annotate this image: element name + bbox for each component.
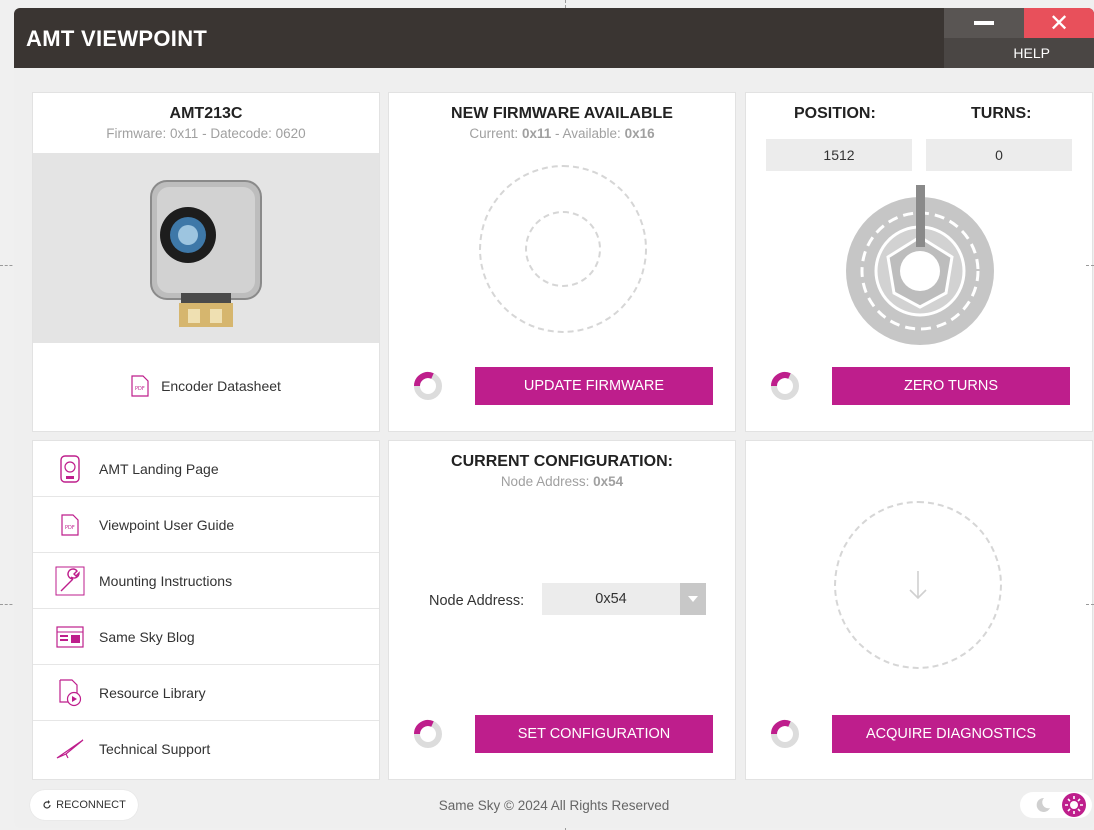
configuration-node-info: Node Address: 0x54 [500,474,624,489]
firmware-card: NEW FIRMWARE AVAILABLE Current: 0x11 - A… [388,92,736,432]
pdf-icon: PDF [131,375,149,397]
turns-label: TURNS: [971,105,1032,122]
guide-line [1086,265,1094,266]
link-label: Mounting Instructions [99,572,233,589]
title-bar: AMT VIEWPOINT ✕ HELP [14,8,1094,68]
device-card: AMT213C Firmware: 0x11 - Datecode: 0620 … [32,92,380,432]
configuration-card: CURRENT CONFIGURATION: Node Address: 0x5… [388,440,736,780]
spinner-icon [414,372,442,400]
paper-plane-icon [55,734,85,764]
video-document-icon [55,678,85,708]
minimize-button[interactable] [944,8,1024,38]
position-card: POSITION: TURNS: 1512 0 ZERO TURNS [745,92,1093,432]
node-address-value: 0x54 [595,591,627,607]
theme-toggle[interactable] [1018,790,1094,820]
encoder-photo [33,153,379,343]
datasheet-link[interactable]: PDF Encoder Datasheet [33,375,379,397]
arrow-down-icon [909,571,927,600]
configuration-title: CURRENT CONFIGURATION: [451,453,673,470]
firmware-versions: Current: 0x11 - Available: 0x16 [469,126,655,141]
link-label: Same Sky Blog [99,628,195,645]
app-title: AMT VIEWPOINT [26,26,208,51]
link-amt-landing-page[interactable]: AMT Landing Page [33,441,379,497]
diagnostics-card: ACQUIRE DIAGNOSTICS [745,440,1093,780]
app-window: AMT VIEWPOINT ✕ HELP AMT213C Firmware: 0… [14,8,1094,828]
help-button[interactable]: HELP [944,38,1094,68]
firmware-title: NEW FIRMWARE AVAILABLE [451,105,673,122]
node-address-label: Node Address: [429,593,525,609]
svg-text:PDF: PDF [65,525,75,531]
link-label: Resource Library [99,684,206,701]
link-label: Viewpoint User Guide [99,516,235,533]
update-firmware-button[interactable]: UPDATE FIRMWARE [475,367,713,405]
encoder-wheel-icon [846,185,994,345]
turns-value: 0 [926,139,1072,171]
device-firmware-info: Firmware: 0x11 - Datecode: 0620 [106,126,306,141]
minimize-icon [974,21,994,25]
firmware-progress-inner-ring [525,211,601,287]
device-model: AMT213C [169,105,243,122]
position-value: 1512 [766,139,912,171]
node-address-select[interactable]: 0x54 [542,583,706,615]
spinner-icon [771,720,799,748]
acquire-diagnostics-button[interactable]: ACQUIRE DIAGNOSTICS [832,715,1070,753]
copyright-text: Same Sky © 2024 All Rights Reserved [438,798,670,813]
window-controls: ✕ HELP [944,8,1094,68]
sun-icon [1062,793,1086,817]
encoder-page-icon [55,454,85,484]
svg-text:PDF: PDF [135,386,145,392]
spinner-icon [414,720,442,748]
link-same-sky-blog[interactable]: Same Sky Blog [33,609,379,665]
link-label: AMT Landing Page [99,460,219,477]
pdf-icon: PDF [55,510,85,540]
close-button[interactable]: ✕ [1024,8,1094,38]
link-technical-support[interactable]: Technical Support [33,721,379,777]
wrench-icon [55,566,85,596]
zero-turns-button[interactable]: ZERO TURNS [832,367,1070,405]
chevron-down-icon[interactable] [680,583,706,615]
close-icon: ✕ [1048,9,1070,37]
links-card: AMT Landing Page PDF Viewpoint User Guid… [32,440,380,780]
link-viewpoint-user-guide[interactable]: PDF Viewpoint User Guide [33,497,379,553]
blog-icon [55,622,85,652]
link-resource-library[interactable]: Resource Library [33,665,379,721]
link-label: Technical Support [99,741,211,757]
guide-line [1086,604,1094,605]
position-label: POSITION: [794,105,876,122]
spinner-icon [771,372,799,400]
link-mounting-instructions[interactable]: Mounting Instructions [33,553,379,609]
set-configuration-button[interactable]: SET CONFIGURATION [475,715,713,753]
